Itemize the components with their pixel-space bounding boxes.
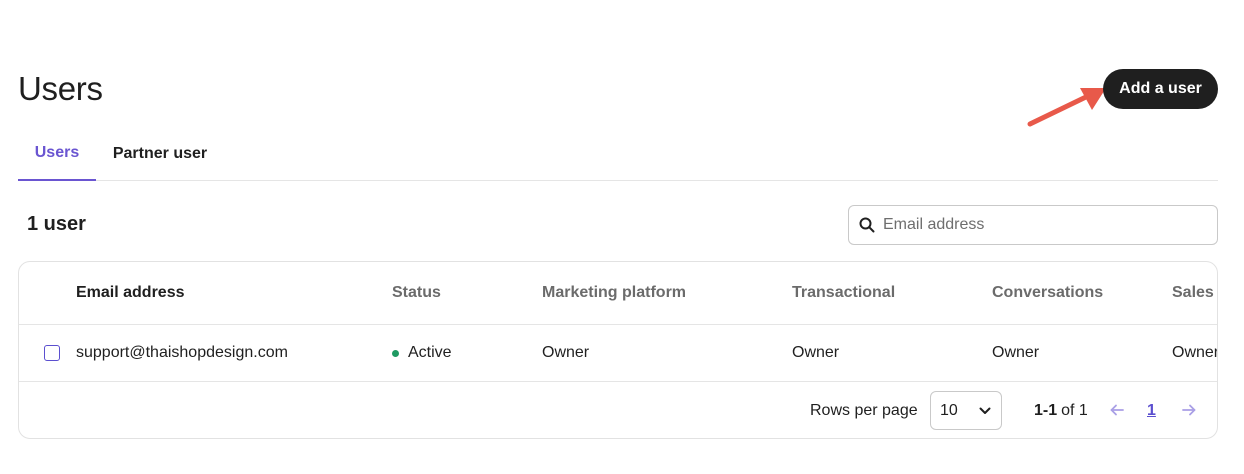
pagination-bar: Rows per page 10 1-1 of 1 1 <box>19 382 1217 438</box>
rows-per-page-select[interactable]: 10 <box>930 391 1002 430</box>
page-number-current[interactable]: 1 <box>1147 382 1156 438</box>
page-range-value: 1-1 <box>1034 401 1058 419</box>
search-field[interactable] <box>848 205 1218 245</box>
page-range-total: of 1 <box>1061 401 1088 419</box>
user-count: 1 user <box>27 213 86 235</box>
page-range: 1-1 of 1 <box>1034 382 1088 438</box>
column-header-conversations[interactable]: Conversations <box>992 262 1103 324</box>
arrow-right-icon[interactable] <box>1181 402 1197 418</box>
tab-partner-user[interactable]: Partner user <box>104 136 216 181</box>
role-transactional: Owner <box>792 344 840 361</box>
status-dot-icon <box>392 349 399 357</box>
add-user-button[interactable]: Add a user <box>1103 69 1218 109</box>
table-row: support@thaishopdesign.com Active Owner … <box>19 325 1218 382</box>
role-conversations: Owner <box>992 344 1040 361</box>
search-input[interactable] <box>883 216 1203 234</box>
tab-users[interactable]: Users <box>18 136 96 181</box>
status-label: Active <box>408 344 452 361</box>
role-marketing-platform: Owner <box>542 344 590 361</box>
status-badge: Active <box>392 325 452 381</box>
users-table: Email address Status Marketing platform … <box>18 261 1218 439</box>
table-header-row: Email address Status Marketing platform … <box>19 262 1217 325</box>
rows-per-page-label: Rows per page <box>810 401 918 419</box>
page-title: Users <box>18 70 103 107</box>
user-email[interactable]: support@thaishopdesign.com <box>76 325 288 381</box>
role-sales: Owner <box>1172 344 1218 361</box>
arrow-left-icon[interactable] <box>1109 402 1125 418</box>
column-header-marketing-platform[interactable]: Marketing platform <box>542 262 686 324</box>
chevron-down-icon <box>979 407 991 414</box>
rows-per-page-value: 10 <box>940 401 958 419</box>
search-icon <box>859 217 875 233</box>
row-select-checkbox[interactable] <box>44 345 60 361</box>
tab-bar: Users Partner user <box>18 136 1218 181</box>
column-header-transactional[interactable]: Transactional <box>792 262 895 324</box>
column-header-sales[interactable]: Sales <box>1172 262 1214 324</box>
column-header-status[interactable]: Status <box>392 262 441 324</box>
column-header-email[interactable]: Email address <box>76 262 185 324</box>
